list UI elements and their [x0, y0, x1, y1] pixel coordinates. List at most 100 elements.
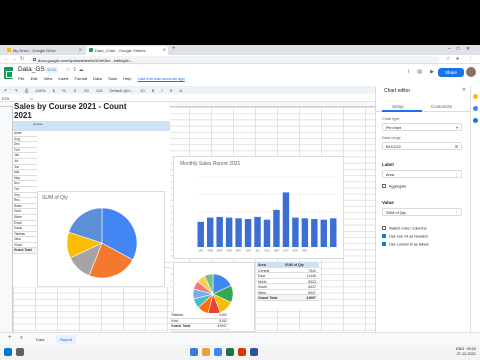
search-icon[interactable]: [16, 348, 24, 356]
bar[interactable]: [273, 209, 280, 247]
start-icon[interactable]: [4, 348, 12, 356]
meet-icon[interactable]: ▶: [430, 69, 434, 75]
row-headers[interactable]: [0, 107, 13, 332]
bold-button[interactable]: B: [152, 88, 155, 93]
decimal-decrease-button[interactable]: .0: [73, 88, 76, 93]
undo-icon[interactable]: ↶: [4, 88, 7, 93]
close-icon[interactable]: ✕: [79, 47, 82, 52]
new-tab-icon[interactable]: +: [172, 46, 176, 52]
contacts-icon[interactable]: [473, 118, 478, 123]
excel-icon[interactable]: [226, 348, 234, 356]
currency-button[interactable]: $: [53, 88, 55, 93]
data-range-input[interactable]: B15:C22 ⊞: [382, 142, 462, 150]
percent-button[interactable]: %: [62, 88, 66, 93]
menu-file[interactable]: File: [18, 76, 24, 81]
more-icon[interactable]: ⋮: [454, 210, 458, 215]
window-controls[interactable]: –□✕: [448, 46, 476, 52]
grid-select-icon[interactable]: ⊞: [455, 144, 458, 149]
all-sheets-icon[interactable]: ≡: [20, 335, 23, 341]
bar[interactable]: [330, 218, 337, 247]
add-sheet-icon[interactable]: +: [8, 335, 12, 341]
table-row-labels: Amer Aug Dec Feb Jan Jul Jun Mar May Nov Oct Sep Rec…: [13, 131, 37, 255]
summary-header-left: Area: [258, 263, 266, 267]
word-icon[interactable]: [250, 348, 258, 356]
doc-action-icons[interactable]: ☆⇪☁: [66, 67, 86, 73]
bar-chart[interactable]: Monthly Sales Report 2021 JAN FEB MAR APR MA…: [173, 156, 344, 259]
share-button[interactable]: Share: [438, 68, 464, 77]
back-icon[interactable]: ←: [4, 56, 9, 62]
sheets-logo-icon[interactable]: [4, 67, 13, 79]
menu-view[interactable]: View: [44, 76, 53, 81]
bar[interactable]: [301, 218, 309, 247]
bar[interactable]: [292, 217, 299, 247]
value-field[interactable]: SUM of Qty ⋮: [382, 208, 462, 216]
font-select[interactable]: Default (Ari...: [110, 88, 133, 93]
bar[interactable]: [320, 219, 328, 247]
tab-sheets[interactable]: Data_Chart - Google Sheets ✕: [86, 46, 168, 55]
last-edit-link[interactable]: Last edit was seconds ago: [138, 76, 185, 81]
bar[interactable]: [311, 219, 318, 247]
checkbox-icon: [382, 184, 386, 188]
name-box[interactable]: E25: [2, 96, 9, 101]
text-color-button[interactable]: A: [179, 88, 182, 93]
close-icon[interactable]: ✕: [462, 87, 466, 93]
zoom-select[interactable]: 100%: [35, 88, 45, 93]
switch-rows-checkbox[interactable]: Switch rows / columns: [382, 226, 427, 231]
bar[interactable]: [282, 192, 290, 247]
redo-icon[interactable]: ↷: [14, 88, 17, 93]
tab-data[interactable]: Data: [32, 335, 48, 344]
menu-tools[interactable]: Tools: [108, 76, 117, 81]
tab-report[interactable]: Report: [56, 335, 77, 344]
profile-icon[interactable]: ●: [456, 56, 459, 62]
reload-icon[interactable]: ↻: [20, 56, 24, 62]
close-icon[interactable]: ✕: [163, 47, 166, 52]
pie-chart-large[interactable]: SUM of Qty: [37, 191, 165, 287]
tasks-icon[interactable]: [473, 106, 478, 111]
chart-type-select[interactable]: Pie chart ▾: [382, 123, 462, 131]
row-headers-checkbox[interactable]: Use row 14 as headers: [382, 234, 428, 239]
avatar[interactable]: [466, 67, 476, 77]
italic-button[interactable]: I: [162, 88, 163, 93]
tab-customize[interactable]: Customize: [431, 104, 452, 109]
spreadsheet-grid[interactable]: Sales by Course 2021 - Count 2021 Course…: [0, 102, 375, 332]
aggregate-checkbox[interactable]: Aggregate: [382, 184, 407, 189]
menu-insert[interactable]: Insert: [58, 76, 68, 81]
keep-icon[interactable]: [473, 94, 478, 99]
powerpoint-icon[interactable]: [238, 348, 246, 356]
forward-icon[interactable]: →: [12, 56, 17, 62]
trend-icon[interactable]: ⌇: [408, 69, 410, 75]
system-tray[interactable]: ENG 09:20 27-12-2021: [456, 347, 476, 357]
menu-format[interactable]: Format: [74, 76, 87, 81]
strikethrough-button[interactable]: S: [170, 88, 173, 93]
sheets-icon: [89, 48, 93, 52]
bar[interactable]: [197, 221, 204, 247]
summary-header-right: SUM of Qty: [285, 263, 304, 267]
bar[interactable]: [216, 216, 223, 247]
bar[interactable]: [263, 219, 271, 247]
url-field[interactable]: docs.google.com/spreadsheets/d/1eK6m...e…: [30, 56, 440, 63]
menu-help[interactable]: Help: [123, 76, 131, 81]
label-field[interactable]: Area ⋮: [382, 170, 462, 178]
comment-icon[interactable]: ▤: [417, 69, 422, 75]
chrome-icon[interactable]: [214, 348, 222, 356]
folder-icon[interactable]: [202, 348, 210, 356]
taskbar-app-icon[interactable]: [190, 348, 198, 356]
bar[interactable]: [244, 219, 252, 247]
tab-drive[interactable]: My Drive - Google Drive ✕: [4, 46, 84, 55]
decimal-increase-button[interactable]: .00: [83, 88, 89, 93]
format-button[interactable]: 123: [96, 88, 103, 93]
menu-icon[interactable]: ⋮: [468, 56, 473, 62]
column-labels-checkbox[interactable]: Use column B as labels: [382, 242, 429, 247]
more-icon[interactable]: ⋮: [454, 172, 458, 177]
menu-data[interactable]: Data: [93, 76, 101, 81]
bar[interactable]: [254, 216, 261, 247]
font-size-select[interactable]: 10: [140, 88, 144, 93]
bar[interactable]: [225, 217, 233, 247]
print-icon[interactable]: ⎙: [25, 88, 28, 93]
star-icon[interactable]: ☆: [446, 56, 450, 62]
bar[interactable]: [206, 217, 214, 247]
tab-setup[interactable]: Setup: [392, 104, 404, 109]
document-title[interactable]: Data_GS: [18, 66, 45, 73]
bar[interactable]: [235, 218, 242, 247]
menu-edit[interactable]: Edit: [31, 76, 38, 81]
